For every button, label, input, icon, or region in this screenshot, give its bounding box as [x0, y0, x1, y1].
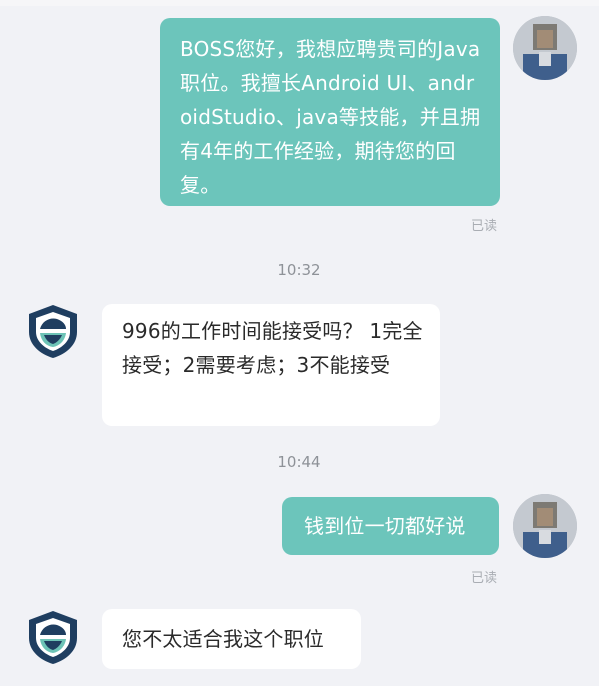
shield-logo-icon	[29, 611, 77, 664]
pixelated-avatar-icon	[513, 16, 577, 80]
message-text: 钱到位一切都好说	[304, 514, 466, 538]
timestamp: 10:32	[277, 261, 321, 279]
user-avatar[interactable]	[513, 16, 577, 80]
message-text: BOSS您好，我想应聘贵司的Java职位。我擅长Android UI、andro…	[180, 37, 481, 197]
timestamp: 10:44	[277, 453, 321, 471]
user-avatar[interactable]	[513, 494, 577, 558]
chat-thread: BOSS您好，我想应聘贵司的Java职位。我擅长Android UI、andro…	[0, 0, 599, 686]
boss-avatar[interactable]	[24, 608, 82, 666]
incoming-message-bubble[interactable]: 996的工作时间能接受吗？ 1完全接受；2需要考虑；3不能接受	[102, 304, 440, 426]
boss-avatar[interactable]	[24, 302, 82, 360]
read-status: 已读	[471, 219, 498, 234]
read-status: 已读	[471, 571, 498, 586]
outgoing-message-bubble[interactable]: BOSS您好，我想应聘贵司的Java职位。我擅长Android UI、andro…	[160, 18, 500, 206]
message-text: 996的工作时间能接受吗？ 1完全接受；2需要考虑；3不能接受	[122, 319, 423, 377]
shield-logo-icon	[29, 305, 77, 358]
outgoing-message-bubble[interactable]: 钱到位一切都好说	[282, 497, 499, 555]
message-text: 您不太适合我这个职位	[122, 627, 324, 651]
incoming-message-bubble[interactable]: 您不太适合我这个职位	[102, 609, 361, 669]
top-divider	[0, 0, 599, 6]
pixelated-avatar-icon	[513, 494, 577, 558]
